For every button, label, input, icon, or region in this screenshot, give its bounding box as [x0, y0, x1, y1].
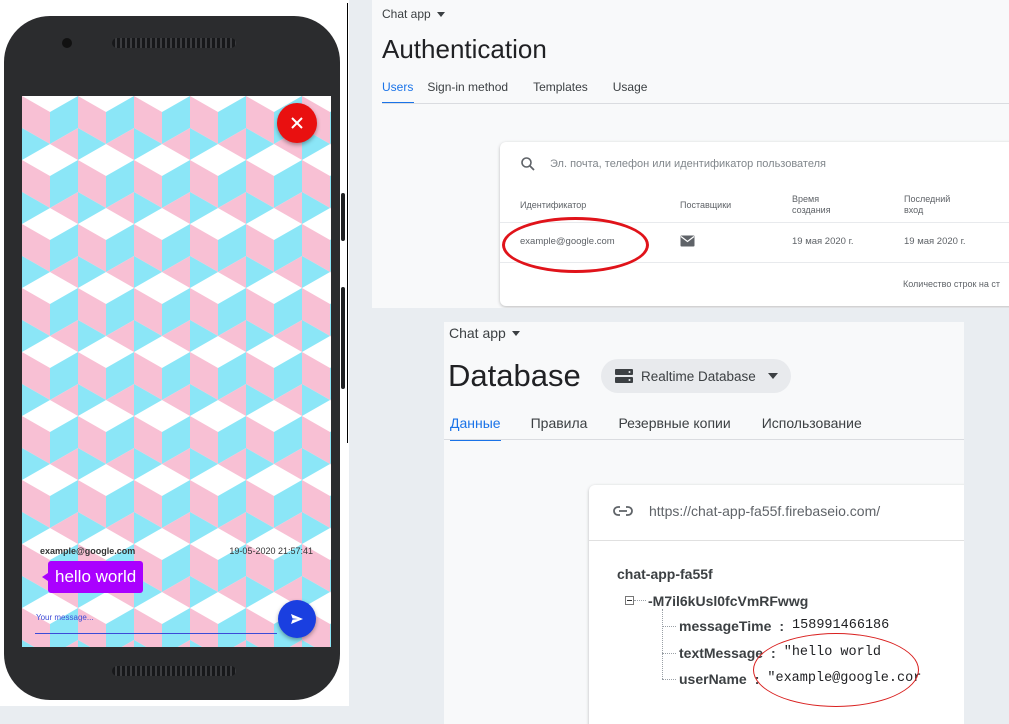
- chat-screen: example@google.com 19-05-2020 21:57:41 h…: [22, 96, 331, 647]
- divider-line: [347, 3, 348, 443]
- col-last-line1: Последний: [904, 194, 951, 204]
- tree-connector: [662, 626, 676, 627]
- message-user: example@google.com: [40, 546, 136, 556]
- page-title-db: Database: [448, 358, 581, 393]
- phone-emulator: example@google.com 19-05-2020 21:57:41 h…: [0, 0, 349, 706]
- link-icon: [613, 506, 633, 516]
- tree-connector: [662, 679, 676, 680]
- tab-templates[interactable]: Templates: [533, 80, 600, 104]
- col-last-signin[interactable]: Последний вход: [904, 194, 950, 216]
- project-selector-db[interactable]: Chat app: [449, 325, 520, 341]
- caret-down-icon: [767, 373, 778, 379]
- highlight-ellipse-db: [753, 633, 919, 707]
- field-key: textMessage: [679, 645, 764, 661]
- project-selector[interactable]: Chat app: [382, 7, 445, 21]
- caret-down-icon: [511, 330, 520, 336]
- project-name: Chat app: [382, 7, 431, 21]
- field-key: messageTime: [679, 618, 772, 634]
- close-button[interactable]: [277, 103, 317, 143]
- col-created-line1: Время: [792, 194, 820, 204]
- tab-sign-in-method[interactable]: Sign-in method: [427, 80, 520, 104]
- database-tabs: Данные Правила Резервные копии Использов…: [450, 415, 893, 441]
- phone-body: example@google.com 19-05-2020 21:57:41 h…: [4, 16, 340, 700]
- field-value: 158991466186: [792, 618, 890, 633]
- highlight-ellipse-auth: [502, 217, 649, 273]
- tab-users[interactable]: Users: [382, 80, 415, 104]
- tab-usage-db[interactable]: Использование: [762, 415, 862, 441]
- tree-field-message-time[interactable]: messageTime: 158991466186: [679, 618, 889, 634]
- col-providers[interactable]: Поставщики: [680, 200, 731, 211]
- mail-icon: [680, 235, 695, 247]
- user-search: [520, 156, 882, 172]
- col-created[interactable]: Время создания: [792, 194, 831, 216]
- database-type-label: Realtime Database: [641, 368, 756, 384]
- collapse-toggle-icon[interactable]: [625, 596, 634, 605]
- rows-per-page-label: Количество строк на ст: [903, 279, 1001, 289]
- top-speaker: [112, 38, 236, 48]
- database-url-bar[interactable]: https://chat-app-fa55f.firebaseio.com/: [613, 503, 880, 519]
- tabs-divider: [382, 103, 1009, 104]
- database-type-selector[interactable]: Realtime Database: [601, 359, 791, 393]
- database-url: https://chat-app-fa55f.firebaseio.com/: [649, 503, 881, 519]
- message-meta: example@google.com 19-05-2020 21:57:41: [40, 546, 313, 556]
- col-last-line2: вход: [904, 205, 924, 215]
- tree-root[interactable]: chat-app-fa55f: [617, 566, 713, 582]
- message-bubble: hello world: [48, 561, 144, 593]
- url-divider: [589, 540, 964, 541]
- camera-icon: [62, 38, 72, 48]
- project-name-db: Chat app: [449, 325, 506, 341]
- tab-rules[interactable]: Правила: [531, 415, 588, 441]
- close-icon: [291, 117, 303, 129]
- send-button[interactable]: [278, 600, 316, 638]
- tab-backups[interactable]: Резервные копии: [618, 415, 730, 441]
- col-identifier[interactable]: Идентификатор: [520, 200, 586, 211]
- auth-tabs: Users Sign-in method Templates Usage: [382, 80, 672, 104]
- cell-created: 19 мая 2020 г.: [792, 236, 854, 247]
- message-time: 19-05-2020 21:57:41: [229, 546, 313, 556]
- authentication-panel: Chat app Authentication Users Sign-in me…: [372, 0, 1009, 308]
- tabs-divider-db: [444, 439, 964, 440]
- message-input[interactable]: [35, 601, 277, 634]
- page-title: Authentication: [382, 34, 547, 64]
- cell-last-signin: 19 мая 2020 г.: [904, 236, 966, 247]
- tree-node-message[interactable]: -M7il6kUsl0fcVmRFwwg: [648, 593, 808, 609]
- send-icon: [291, 614, 303, 624]
- search-input[interactable]: [548, 157, 882, 171]
- col-created-line2: создания: [792, 205, 831, 215]
- tree-connector: [634, 600, 646, 601]
- search-icon: [521, 157, 535, 171]
- tab-data[interactable]: Данные: [450, 415, 501, 441]
- tree-connector: [662, 653, 676, 654]
- tab-usage[interactable]: Usage: [613, 80, 660, 104]
- field-colon: :: [779, 618, 785, 634]
- volume-button: [341, 193, 345, 241]
- caret-down-icon: [436, 11, 445, 17]
- tree-connector: [662, 609, 663, 679]
- field-key: userName: [679, 671, 747, 687]
- bottom-speaker: [112, 666, 236, 676]
- database-icon: [615, 369, 633, 383]
- power-button: [341, 287, 345, 389]
